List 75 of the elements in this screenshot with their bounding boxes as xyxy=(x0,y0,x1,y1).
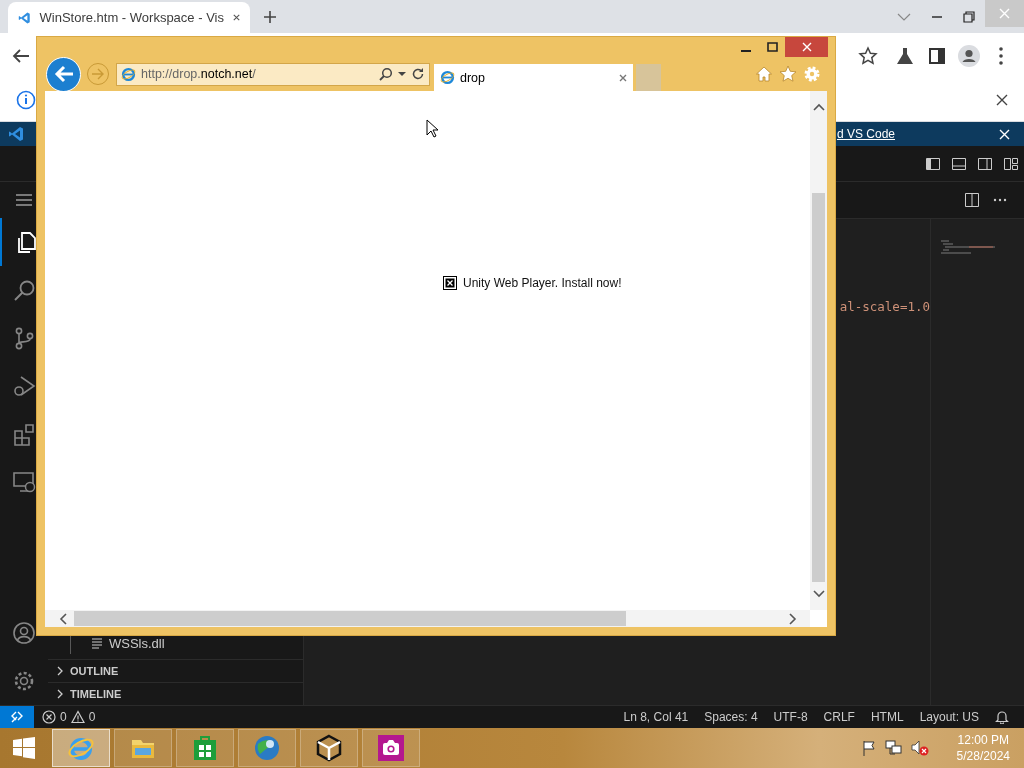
close-icon[interactable] xyxy=(996,93,1008,106)
toggle-secondary-icon[interactable] xyxy=(977,155,993,172)
browser-logo-icon xyxy=(121,66,136,82)
toggle-panel-icon[interactable] xyxy=(951,155,967,172)
camera-icon xyxy=(377,734,405,762)
plus-icon[interactable] xyxy=(262,9,278,25)
back-arrow-icon[interactable] xyxy=(12,47,30,64)
url-text: http://drop.notch.net/ xyxy=(141,67,257,81)
run-debug-icon[interactable] xyxy=(12,374,36,398)
search-icon[interactable] xyxy=(379,67,393,81)
bell-icon[interactable] xyxy=(995,710,1009,724)
remote-button[interactable] xyxy=(0,706,34,728)
globe-icon xyxy=(253,734,281,762)
monitor-icon[interactable] xyxy=(12,470,36,494)
restore-icon[interactable] xyxy=(963,10,975,23)
account-icon[interactable] xyxy=(12,621,36,645)
arrow-left-icon xyxy=(53,65,74,83)
status-item[interactable]: Spaces: 4 xyxy=(704,710,758,724)
layout-icon[interactable] xyxy=(1003,155,1019,172)
browser-tab[interactable]: drop xyxy=(434,64,633,91)
status-item[interactable]: Ln 8, Col 41 xyxy=(623,710,689,724)
address-bar[interactable]: http://drop.notch.net/ xyxy=(116,62,430,86)
shopping-bag-icon xyxy=(191,734,219,762)
browser-logo-icon xyxy=(440,70,455,85)
windows-logo-icon xyxy=(13,737,35,759)
close-icon xyxy=(801,42,812,52)
extensions-icon[interactable] xyxy=(12,422,36,446)
flag-icon[interactable] xyxy=(860,740,877,756)
chevron-down-icon[interactable] xyxy=(897,11,911,22)
status-item[interactable]: CRLF xyxy=(823,710,855,724)
plugin-missing-icon xyxy=(443,276,457,290)
taskbar-button[interactable] xyxy=(300,729,358,767)
network-icon[interactable] xyxy=(884,740,903,756)
info-icon xyxy=(16,89,36,110)
menu-icon[interactable] xyxy=(15,193,33,207)
gear-icon[interactable] xyxy=(12,669,36,693)
star-icon[interactable] xyxy=(858,45,878,66)
error-icon xyxy=(42,710,56,724)
status-item[interactable]: Layout: US xyxy=(919,710,979,724)
chevron-left-icon xyxy=(59,612,67,625)
refresh-icon[interactable] xyxy=(411,67,425,81)
warning-icon xyxy=(70,710,85,724)
toggle-sidebar-icon[interactable] xyxy=(925,155,941,172)
plugin-message[interactable]: Unity Web Player. Install now! xyxy=(463,276,622,290)
status-item[interactable]: UTF-8 xyxy=(773,710,808,724)
back-button[interactable] xyxy=(46,56,81,92)
minimize-icon xyxy=(741,50,751,52)
close-icon xyxy=(619,73,627,82)
problems-button[interactable]: 0 0 xyxy=(42,710,96,724)
split-editor-icon[interactable] xyxy=(964,192,980,208)
chevron-right-icon xyxy=(789,612,797,625)
speaker-muted-icon[interactable] xyxy=(910,740,929,756)
dropdown-icon[interactable] xyxy=(398,71,406,77)
cube-icon xyxy=(315,734,343,762)
close-icon xyxy=(232,13,240,22)
section-header[interactable]: OUTLINE xyxy=(48,659,303,682)
vertical-scrollbar[interactable] xyxy=(810,91,827,610)
code-text: al-scale=1.0 xyxy=(839,299,930,314)
maximize-icon xyxy=(766,42,778,52)
profile-icon[interactable] xyxy=(957,43,981,68)
status-item[interactable]: HTML xyxy=(870,710,904,724)
text-file-icon xyxy=(91,637,103,649)
horizontal-scrollbar[interactable] xyxy=(45,610,810,627)
taskbar-button[interactable] xyxy=(362,729,420,767)
browser-tab[interactable]: WinStore.htm - Workspace - Vis xyxy=(8,2,250,33)
close-icon xyxy=(999,8,1010,19)
chevron-up-icon xyxy=(812,103,825,111)
star-icon[interactable] xyxy=(779,65,797,83)
code-logo-icon xyxy=(8,126,24,142)
remote-icon xyxy=(10,710,24,724)
chevron-down-icon xyxy=(812,590,825,598)
pointer-icon xyxy=(426,119,438,138)
link[interactable]: d VS Code xyxy=(836,127,895,141)
arrow-right-icon xyxy=(91,68,105,80)
search-icon[interactable] xyxy=(12,278,36,302)
